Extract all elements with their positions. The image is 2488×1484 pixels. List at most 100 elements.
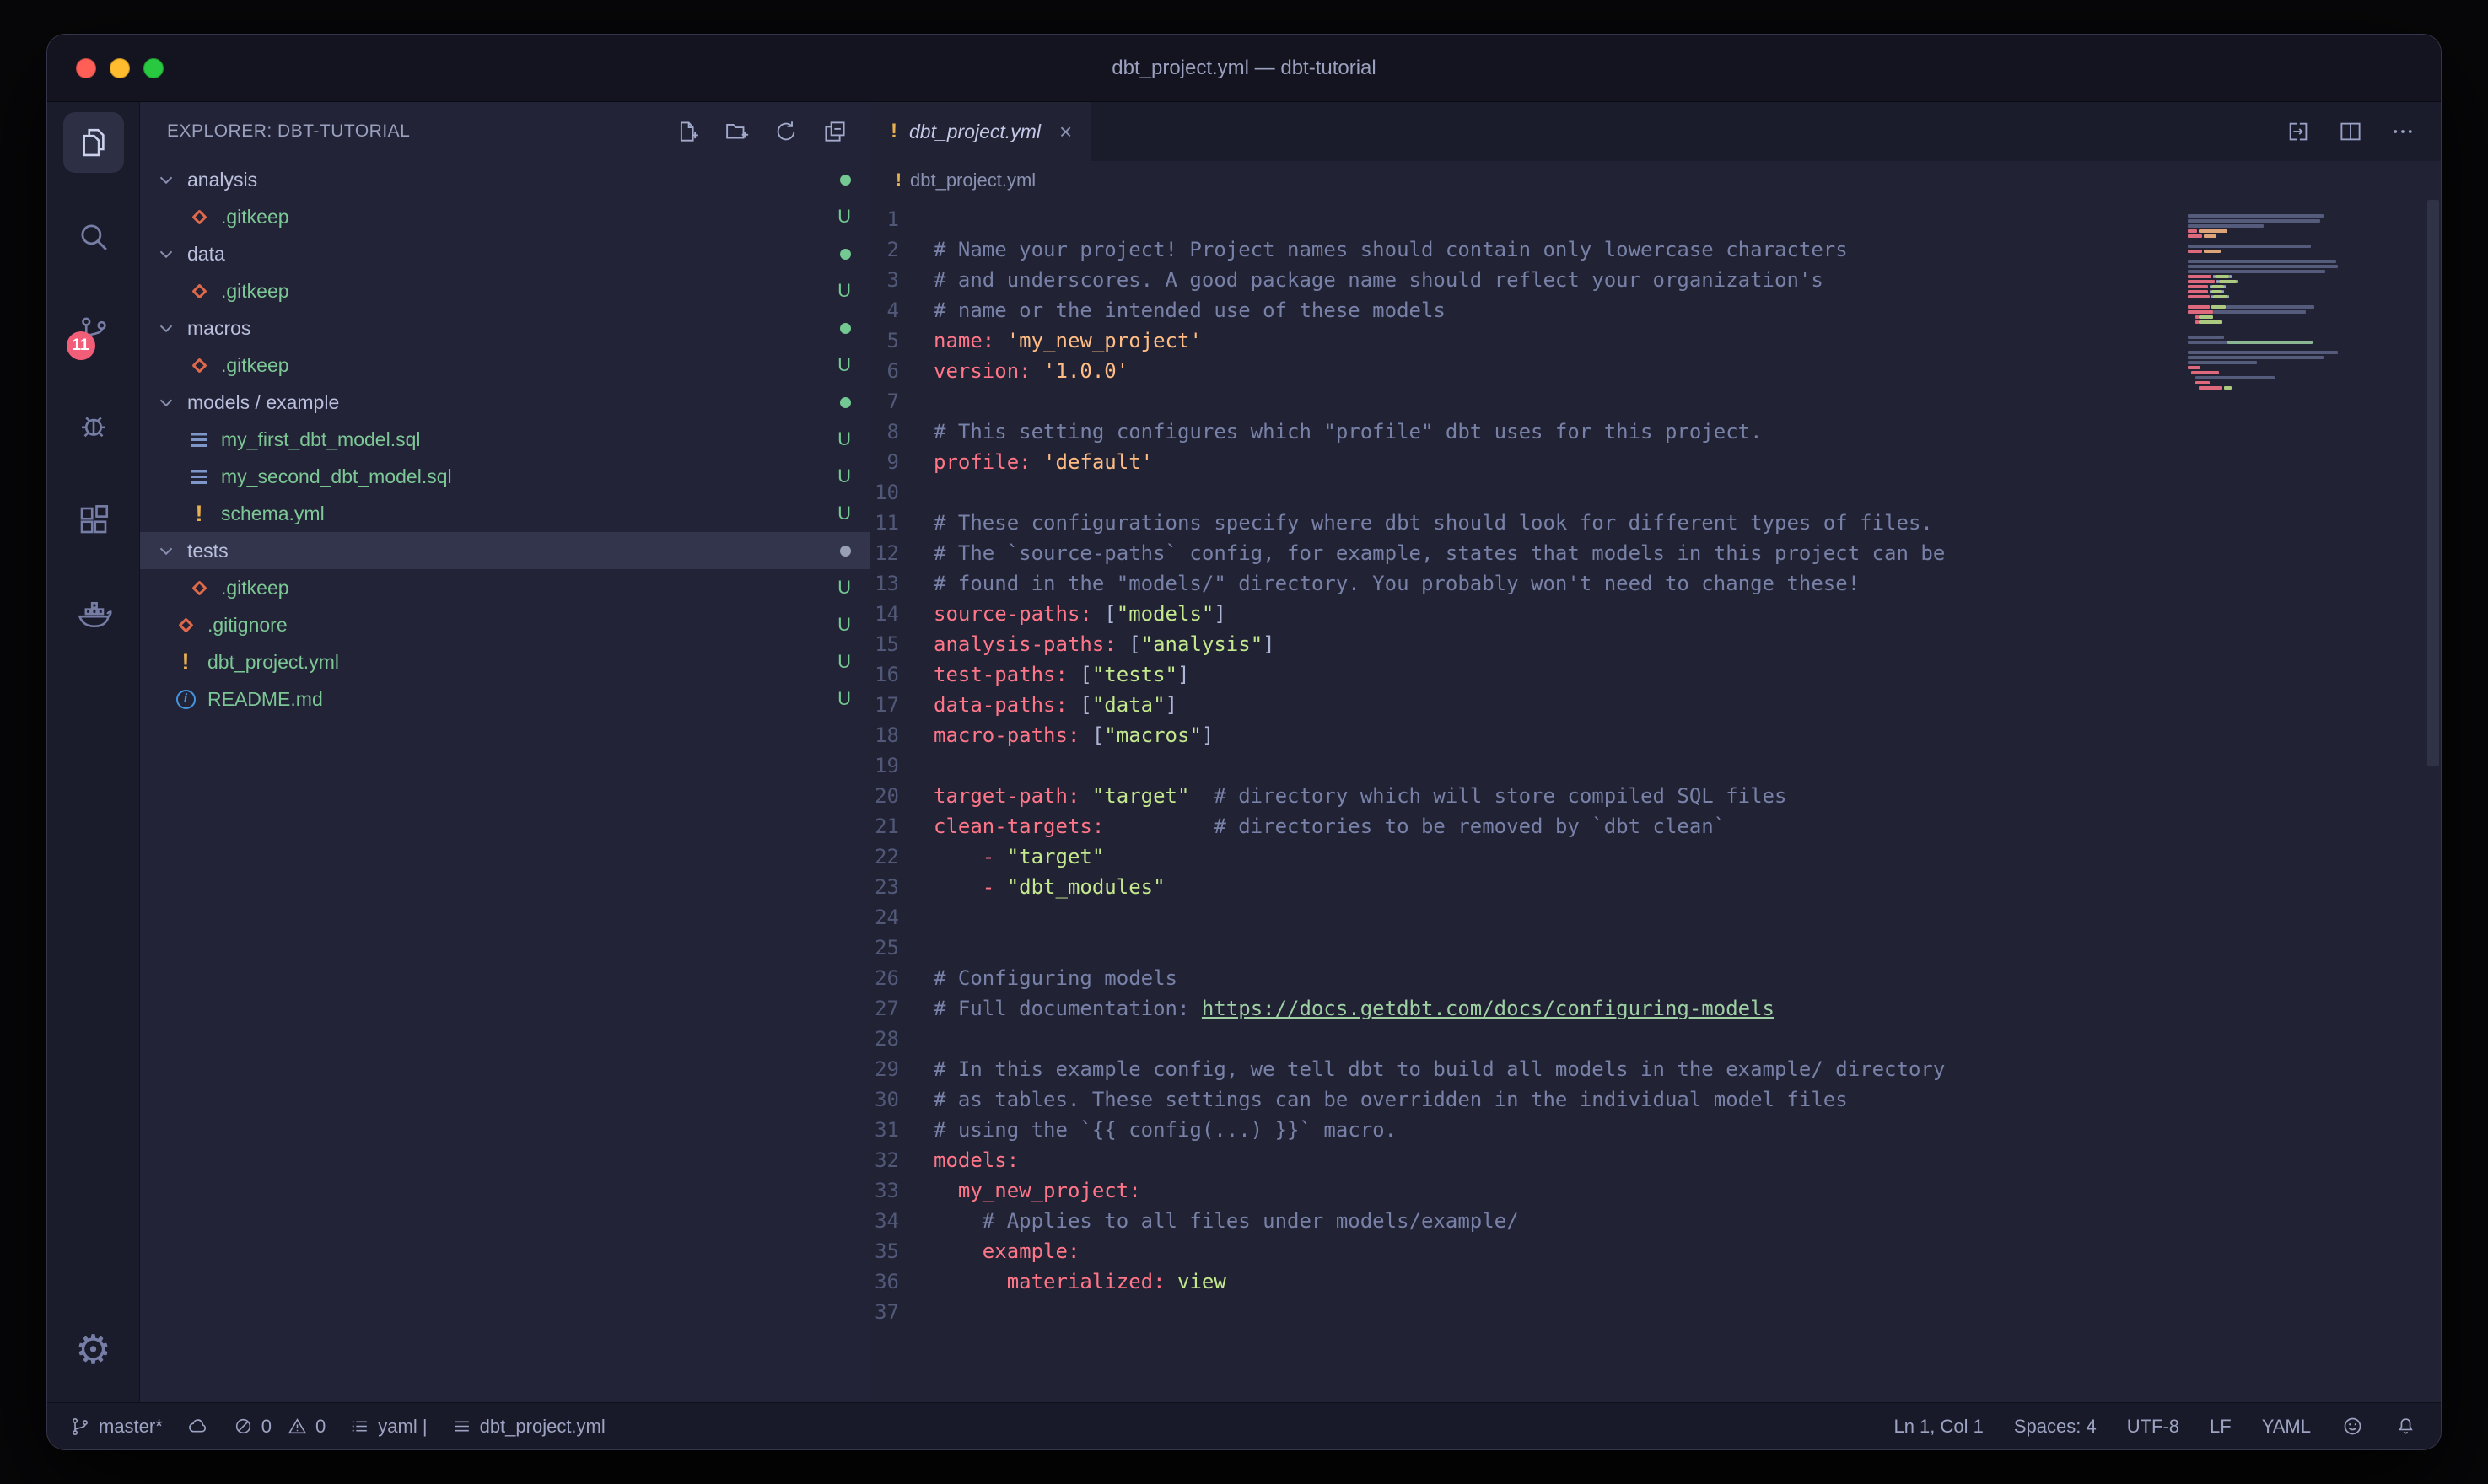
tab-close-icon[interactable]: × xyxy=(1059,119,1072,145)
vscode-window: dbt_project.yml — dbt-tutorial 11 xyxy=(46,34,2442,1450)
tree-item-gitkeep[interactable]: .gitkeepU xyxy=(140,272,870,309)
active-file-status[interactable]: dbt_project.yml xyxy=(451,1416,606,1438)
tree-item-dbt-project-yml[interactable]: ! dbt_project.yml U xyxy=(140,643,870,680)
folder-change-dot xyxy=(840,249,851,260)
refresh-button[interactable] xyxy=(773,119,799,144)
new-file-button[interactable] xyxy=(676,119,701,144)
window-title: dbt_project.yml — dbt-tutorial xyxy=(1112,56,1376,80)
git-untracked-badge: U xyxy=(837,465,851,487)
tree-item-label: README.md xyxy=(207,688,323,711)
tree-item-label: dbt_project.yml xyxy=(207,651,339,674)
split-editor-icon xyxy=(2338,119,2363,144)
tasklist-icon xyxy=(349,1416,370,1437)
code-line: # Full documentation: https://docs.getdb… xyxy=(934,993,2441,1024)
tab-dbt-project-yml[interactable]: ! dbt_project.yml × xyxy=(870,102,1091,161)
code-line xyxy=(934,750,2441,781)
activity-source-control[interactable]: 11 xyxy=(63,301,124,362)
debug-icon xyxy=(76,408,111,444)
feedback-button[interactable] xyxy=(2341,1415,2364,1438)
tree-item-gitkeep[interactable]: .gitkeepU xyxy=(140,569,870,606)
tree-item-tests[interactable]: tests xyxy=(140,532,870,569)
cloud-sync-icon xyxy=(186,1415,209,1438)
activity-extensions[interactable] xyxy=(63,490,124,551)
tree-item-analysis[interactable]: analysis xyxy=(140,161,870,198)
yaml-extension-status[interactable]: yaml | xyxy=(349,1416,427,1438)
git-file-icon xyxy=(187,286,211,297)
activity-search[interactable] xyxy=(63,207,124,267)
git-file-icon xyxy=(174,620,197,631)
chevron-down-icon xyxy=(155,317,177,339)
collapse-all-button[interactable] xyxy=(822,119,848,144)
code-line: analysis-paths: ["analysis"] xyxy=(934,629,2441,659)
yaml-file-icon: ! xyxy=(187,501,211,527)
minimap[interactable] xyxy=(2188,208,2356,395)
smiley-icon xyxy=(2341,1415,2364,1438)
zoom-button[interactable] xyxy=(143,58,164,78)
titlebar: dbt_project.yml — dbt-tutorial xyxy=(47,35,2441,102)
chevron-down-icon xyxy=(155,243,177,265)
tree-item-readme-md[interactable]: iREADME.mdU xyxy=(140,680,870,718)
new-folder-button[interactable] xyxy=(724,119,750,144)
split-editor-button[interactable] xyxy=(2338,119,2363,144)
tree-item-gitkeep[interactable]: .gitkeepU xyxy=(140,347,870,384)
code-line: test-paths: ["tests"] xyxy=(934,659,2441,690)
tree-item-models-example[interactable]: models / example xyxy=(140,384,870,421)
git-file-icon xyxy=(187,212,211,223)
tree-item-macros[interactable]: macros xyxy=(140,309,870,347)
open-changes-button[interactable] xyxy=(2286,119,2311,144)
code-line: # using the `{{ config(...) }}` macro. xyxy=(934,1115,2441,1145)
tree-item-schema-yml[interactable]: !schema.ymlU xyxy=(140,495,870,532)
code-line: # as tables. These settings can be overr… xyxy=(934,1084,2441,1115)
folder-change-dot xyxy=(840,546,851,556)
code-line: - "target" xyxy=(934,841,2441,872)
tab-label: dbt_project.yml xyxy=(909,121,1041,143)
language-mode[interactable]: YAML xyxy=(2262,1416,2311,1438)
code-line: # Configuring models xyxy=(934,963,2441,993)
code-line: my_new_project: xyxy=(934,1175,2441,1206)
tree-item-gitignore[interactable]: .gitignoreU xyxy=(140,606,870,643)
new-folder-icon xyxy=(724,119,750,144)
git-untracked-badge: U xyxy=(837,651,851,673)
readme-info-icon: i xyxy=(174,690,197,709)
explorer-title: EXPLORER: DBT-TUTORIAL xyxy=(167,121,410,142)
yaml-file-icon: ! xyxy=(174,649,197,675)
activity-explorer[interactable] xyxy=(63,112,124,173)
docker-whale-icon xyxy=(75,596,112,633)
tab-bar: ! dbt_project.yml × xyxy=(870,102,2441,161)
more-actions-button[interactable] xyxy=(2390,119,2415,144)
tree-item-my-second-dbt-model-sql[interactable]: my_second_dbt_model.sqlU xyxy=(140,458,870,495)
code-line xyxy=(934,477,2441,508)
folder-change-dot xyxy=(840,323,851,334)
diff-icon xyxy=(2286,119,2311,144)
warnings-icon xyxy=(287,1416,308,1437)
activity-debug[interactable] xyxy=(63,395,124,456)
breadcrumb[interactable]: ! dbt_project.yml xyxy=(870,161,2441,200)
code-line: materialized: view xyxy=(934,1266,2441,1297)
breadcrumb-item: dbt_project.yml xyxy=(910,169,1036,191)
branch-status[interactable]: master* xyxy=(69,1416,163,1438)
activity-docker[interactable] xyxy=(63,584,124,645)
indentation-status[interactable]: Spaces: 4 xyxy=(2014,1416,2097,1438)
scrollbar[interactable] xyxy=(2427,200,2439,766)
chevron-down-icon xyxy=(155,540,177,562)
list-icon xyxy=(451,1416,472,1437)
minimize-button[interactable] xyxy=(110,58,130,78)
errors-icon xyxy=(233,1416,254,1437)
eol-status[interactable]: LF xyxy=(2210,1416,2232,1438)
notifications-button[interactable] xyxy=(2394,1415,2417,1438)
tree-item-gitkeep[interactable]: .gitkeepU xyxy=(140,198,870,235)
bell-icon xyxy=(2394,1415,2417,1438)
tree-item-my-first-dbt-model-sql[interactable]: my_first_dbt_model.sqlU xyxy=(140,421,870,458)
close-button[interactable] xyxy=(76,58,96,78)
encoding-status[interactable]: UTF-8 xyxy=(2127,1416,2179,1438)
code-area[interactable]: 1234567891011121314151617181920212223242… xyxy=(870,200,2441,1402)
sidebar-header: EXPLORER: DBT-TUTORIAL xyxy=(140,102,870,161)
cursor-position[interactable]: Ln 1, Col 1 xyxy=(1893,1416,1983,1438)
ellipsis-icon xyxy=(2390,119,2415,144)
tree-item-data[interactable]: data xyxy=(140,235,870,272)
problems-status[interactable]: 0 0 xyxy=(233,1416,326,1438)
sync-status[interactable] xyxy=(186,1415,209,1438)
tree-item-label: my_first_dbt_model.sql xyxy=(221,428,421,451)
settings-gear-icon[interactable]: ⚙ xyxy=(63,1320,124,1380)
code-line: # These configurations specify where dbt… xyxy=(934,508,2441,538)
